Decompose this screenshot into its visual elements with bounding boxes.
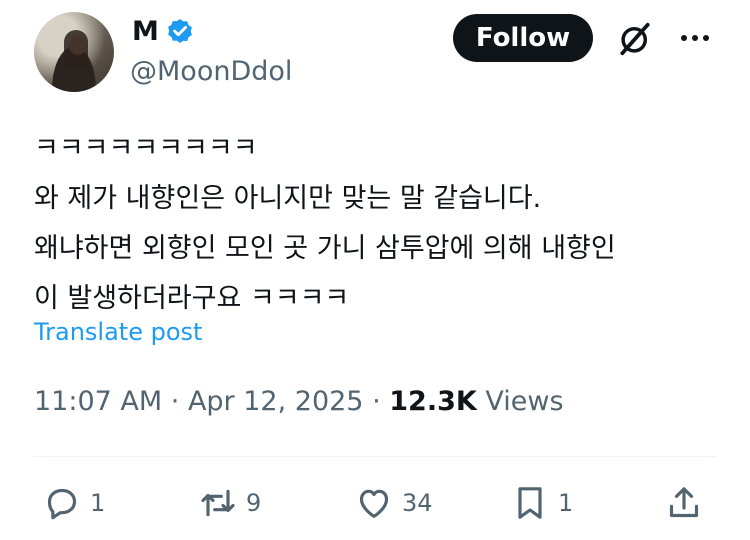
post-text: ㅋㅋㅋㅋㅋㅋㅋㅋㅋ 와 제가 내향인은 아니지만 맞는 말 같습니다. 왜냐하면…: [34, 133, 616, 314]
translate-post-link[interactable]: Translate post: [34, 318, 202, 346]
author-handle[interactable]: @MoonDdol: [130, 56, 292, 87]
share-button[interactable]: [664, 478, 704, 528]
reply-count: 1: [90, 489, 106, 517]
post-date[interactable]: Apr 12, 2025: [188, 386, 364, 417]
divider: [34, 456, 716, 457]
like-icon: [359, 489, 389, 518]
post-time[interactable]: 11:07 AM: [34, 386, 162, 417]
follow-button[interactable]: Follow: [453, 14, 593, 62]
share-icon: [669, 487, 699, 518]
display-name[interactable]: M: [132, 16, 159, 47]
repost-icon: [201, 489, 235, 517]
verified-icon: [168, 19, 192, 43]
reply-icon: [47, 488, 77, 520]
post-meta: 11:07 AM · Apr 12, 2025 · 12.3K Views: [34, 386, 564, 417]
action-bar: 1 9 34 1: [34, 478, 716, 528]
repost-count: 9: [246, 489, 262, 517]
meta-separator: ·: [372, 386, 381, 417]
repost-button[interactable]: 9: [198, 478, 261, 528]
bookmark-button[interactable]: 1: [510, 478, 573, 528]
grok-icon[interactable]: [616, 20, 654, 58]
meta-separator: ·: [170, 386, 180, 417]
bookmark-icon: [518, 487, 542, 519]
like-count: 34: [402, 489, 433, 517]
bookmark-count: 1: [558, 489, 574, 517]
views-count[interactable]: 12.3K: [389, 386, 477, 417]
like-button[interactable]: 34: [354, 478, 433, 528]
avatar[interactable]: [34, 12, 114, 92]
views-label: Views: [485, 386, 564, 417]
more-icon[interactable]: [676, 26, 714, 50]
reply-button[interactable]: 1: [42, 478, 105, 528]
